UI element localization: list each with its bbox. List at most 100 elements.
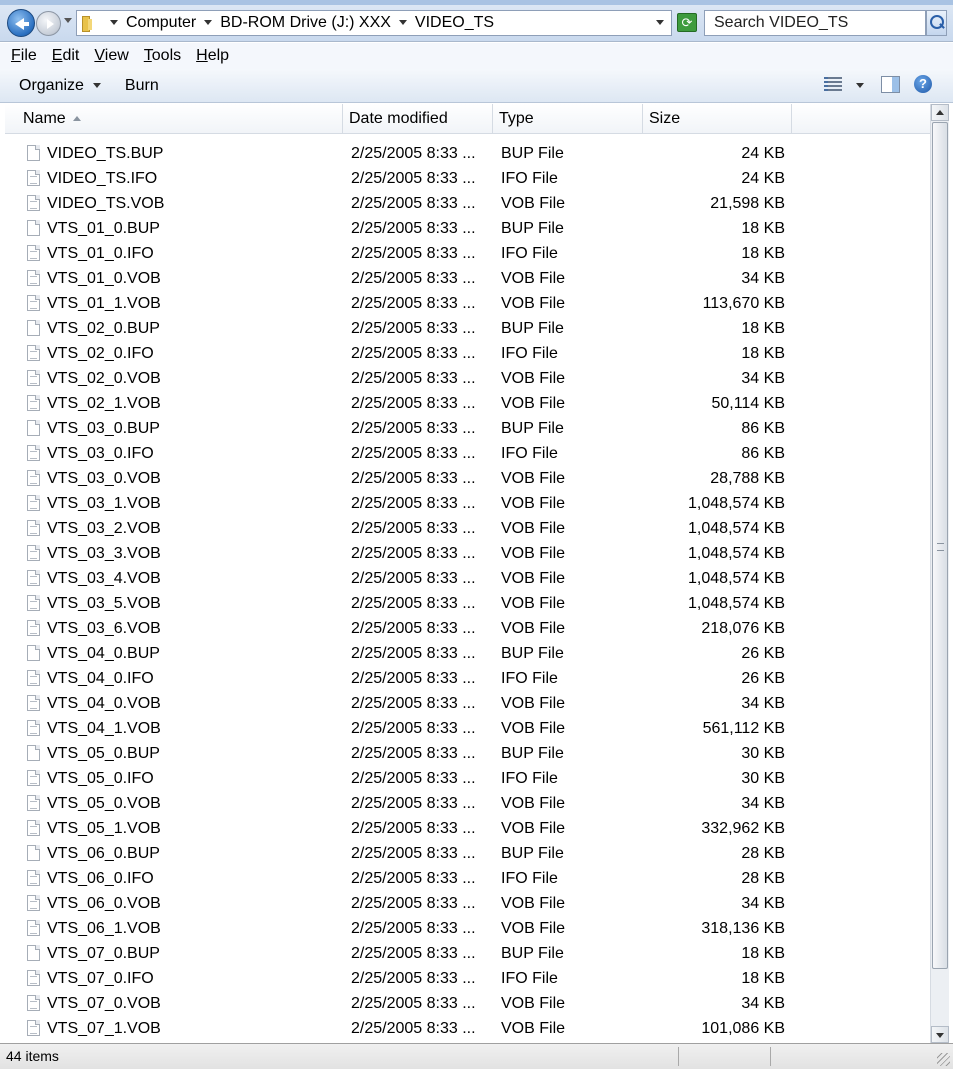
file-row[interactable]: VTS_04_0.BUP 2/25/2005 8:33 ... BUP File 26… [5, 641, 930, 666]
file-row[interactable]: VTS_02_0.BUP 2/25/2005 8:33 ... BUP File 18… [5, 316, 930, 341]
forward-arrow-icon[interactable] [36, 11, 61, 36]
file-date-modified: 2/25/2005 8:33 ... [351, 245, 476, 262]
refresh-icon[interactable]: ⟳ [677, 13, 697, 32]
menu-tools[interactable]: Tools [144, 47, 181, 65]
file-row[interactable]: VTS_05_0.BUP 2/25/2005 8:33 ... BUP File 30… [5, 741, 930, 766]
file-row[interactable]: VTS_06_0.VOB 2/25/2005 8:33 ... VOB File 34… [5, 891, 930, 916]
status-divider [770, 1047, 771, 1066]
file-row[interactable]: VTS_07_1.VOB 2/25/2005 8:33 ... VOB File 10… [5, 1016, 930, 1041]
file-size: 18 KB [741, 345, 785, 362]
file-row[interactable]: VTS_05_0.IFO 2/25/2005 8:33 ... IFO File 30… [5, 766, 930, 791]
file-row[interactable]: VTS_02_0.IFO 2/25/2005 8:33 ... IFO File 18… [5, 341, 930, 366]
file-type: IFO File [501, 245, 558, 262]
file-type: IFO File [501, 870, 558, 887]
file-name: VTS_05_0.IFO [47, 770, 154, 787]
file-row[interactable]: VTS_06_0.IFO 2/25/2005 8:33 ... IFO File 28… [5, 866, 930, 891]
burn-button[interactable]: Burn [125, 77, 159, 95]
file-name: VTS_01_0.VOB [47, 270, 161, 287]
menu-edit[interactable]: Edit [52, 47, 80, 65]
file-row[interactable]: VIDEO_TS.BUP 2/25/2005 8:33 ... BUP File 24… [5, 141, 930, 166]
scroll-thumb[interactable] [932, 122, 948, 969]
file-row[interactable]: VTS_01_1.VOB 2/25/2005 8:33 ... VOB File 11… [5, 291, 930, 316]
file-row[interactable]: VTS_05_0.VOB 2/25/2005 8:33 ... VOB File 34… [5, 791, 930, 816]
file-size: 18 KB [741, 970, 785, 987]
file-row[interactable]: VTS_07_0.IFO 2/25/2005 8:33 ... IFO File 18… [5, 966, 930, 991]
file-name: VTS_03_2.VOB [47, 520, 161, 537]
file-icon [27, 545, 40, 561]
file-row[interactable]: VTS_02_0.VOB 2/25/2005 8:33 ... VOB File 34… [5, 366, 930, 391]
file-row[interactable]: VTS_03_3.VOB 2/25/2005 8:33 ... VOB File 1,… [5, 541, 930, 566]
address-box[interactable]: Computer BD-ROM Drive (J:) XXX VIDEO_TS [76, 10, 672, 36]
file-date-modified: 2/25/2005 8:33 ... [351, 520, 476, 537]
breadcrumb-chevron-icon[interactable] [398, 19, 407, 25]
file-row[interactable]: VTS_03_2.VOB 2/25/2005 8:33 ... VOB File 1,… [5, 516, 930, 541]
file-date-modified: 2/25/2005 8:33 ... [351, 745, 476, 762]
file-row[interactable]: VTS_03_4.VOB 2/25/2005 8:33 ... VOB File 1,… [5, 566, 930, 591]
address-history-dropdown-icon[interactable] [656, 20, 664, 25]
chevron-down-icon [92, 83, 101, 88]
file-size: 34 KB [741, 370, 785, 387]
menu-file[interactable]: File [11, 47, 37, 65]
file-row[interactable]: VTS_04_0.VOB 2/25/2005 8:33 ... VOB File 34… [5, 691, 930, 716]
scroll-up-button[interactable] [931, 104, 949, 121]
folder-icon [82, 16, 98, 32]
file-icon [27, 695, 40, 711]
breadcrumb-computer[interactable]: Computer [126, 14, 196, 32]
file-row[interactable]: VTS_07_0.VOB 2/25/2005 8:33 ... VOB File 34… [5, 991, 930, 1016]
menu-help[interactable]: Help [196, 47, 229, 65]
views-dropdown-icon[interactable] [856, 83, 864, 88]
file-row[interactable]: VTS_03_0.VOB 2/25/2005 8:33 ... VOB File 28… [5, 466, 930, 491]
scroll-down-button[interactable] [931, 1026, 949, 1043]
search-input[interactable]: Search VIDEO_TS [704, 10, 926, 36]
file-row[interactable]: VTS_01_0.IFO 2/25/2005 8:33 ... IFO File 18… [5, 241, 930, 266]
file-row[interactable]: VIDEO_TS.VOB 2/25/2005 8:33 ... VOB File 21… [5, 191, 930, 216]
file-row[interactable]: VTS_04_1.VOB 2/25/2005 8:33 ... VOB File 56… [5, 716, 930, 741]
file-row[interactable]: VTS_01_0.VOB 2/25/2005 8:33 ... VOB File 34… [5, 266, 930, 291]
file-date-modified: 2/25/2005 8:33 ... [351, 570, 476, 587]
file-type: BUP File [501, 145, 564, 162]
menu-view[interactable]: View [94, 47, 128, 65]
breadcrumb-current-folder[interactable]: VIDEO_TS [415, 14, 494, 32]
back-arrow-icon[interactable] [7, 9, 35, 37]
breadcrumb-chevron-icon[interactable] [110, 19, 118, 25]
file-row[interactable]: VTS_01_0.BUP 2/25/2005 8:33 ... BUP File 18… [5, 216, 930, 241]
file-row[interactable]: VTS_05_1.VOB 2/25/2005 8:33 ... VOB File 33… [5, 816, 930, 841]
menu-tools-accel: T [143, 47, 152, 64]
file-row[interactable]: VTS_02_1.VOB 2/25/2005 8:33 ... VOB File 50… [5, 391, 930, 416]
file-row[interactable]: VTS_03_0.BUP 2/25/2005 8:33 ... BUP File 86… [5, 416, 930, 441]
views-icon[interactable] [824, 77, 842, 93]
file-name: VTS_02_1.VOB [47, 395, 161, 412]
file-row[interactable]: VTS_06_0.BUP 2/25/2005 8:33 ... BUP File 28… [5, 841, 930, 866]
file-row[interactable]: VTS_06_1.VOB 2/25/2005 8:33 ... VOB File 31… [5, 916, 930, 941]
resize-grip-icon[interactable] [937, 1053, 950, 1066]
file-date-modified: 2/25/2005 8:33 ... [351, 995, 476, 1012]
search-icon[interactable] [926, 10, 947, 36]
column-header-date[interactable]: Date modified [343, 104, 493, 134]
column-header-size[interactable]: Size [643, 104, 792, 134]
file-row[interactable]: VTS_04_0.IFO 2/25/2005 8:33 ... IFO File 26… [5, 666, 930, 691]
file-row[interactable]: VTS_07_0.BUP 2/25/2005 8:33 ... BUP File 18… [5, 941, 930, 966]
file-row[interactable]: VTS_03_6.VOB 2/25/2005 8:33 ... VOB File 21… [5, 616, 930, 641]
file-type: BUP File [501, 320, 564, 337]
preview-pane-icon[interactable] [881, 76, 900, 93]
file-date-modified: 2/25/2005 8:33 ... [351, 945, 476, 962]
recent-pages-dropdown-icon[interactable] [64, 18, 72, 23]
file-icon [27, 145, 40, 161]
help-icon[interactable]: ? [914, 75, 932, 93]
organize-button[interactable]: Organize [19, 77, 101, 95]
file-row[interactable]: VIDEO_TS.IFO 2/25/2005 8:33 ... IFO File 24… [5, 166, 930, 191]
file-row[interactable]: VTS_03_0.IFO 2/25/2005 8:33 ... IFO File 86… [5, 441, 930, 466]
vertical-scrollbar[interactable] [930, 104, 949, 1043]
column-header-type[interactable]: Type [493, 104, 643, 134]
file-row[interactable]: VTS_03_5.VOB 2/25/2005 8:33 ... VOB File 1,… [5, 591, 930, 616]
menu-view-accel: V [94, 47, 105, 64]
file-size: 1,048,574 KB [688, 570, 785, 587]
column-header-name[interactable]: Name [5, 104, 343, 134]
file-size: 34 KB [741, 270, 785, 287]
file-size: 34 KB [741, 695, 785, 712]
menu-edit-label: dit [62, 47, 80, 64]
breadcrumb-chevron-icon[interactable] [204, 19, 213, 25]
file-type: VOB File [501, 820, 566, 837]
file-row[interactable]: VTS_03_1.VOB 2/25/2005 8:33 ... VOB File 1,… [5, 491, 930, 516]
breadcrumb-drive[interactable]: BD-ROM Drive (J:) XXX [220, 14, 391, 32]
